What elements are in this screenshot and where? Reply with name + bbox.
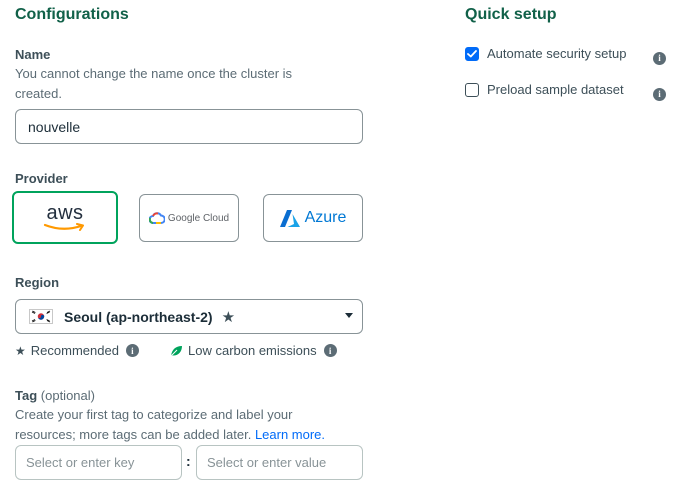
cluster-name-input[interactable] [15,109,363,144]
legend-low-carbon: Low carbon emissions i [170,343,337,358]
tag-optional: (optional) [40,388,95,403]
info-icon[interactable]: i [125,344,139,357]
tag-value-input[interactable] [196,445,363,480]
leaf-icon [170,345,182,356]
info-icon[interactable]: i [653,51,666,65]
configurations-title: Configurations [15,6,129,23]
aws-logo-text: aws [46,202,84,224]
preload-dataset-label: Preload sample dataset [487,82,624,97]
star-icon: ★ [15,343,26,358]
tag-label: Tag (optional) [15,388,95,403]
legend-recommended-label: Recommended [30,343,119,358]
automate-security-option[interactable]: Automate security setup [465,46,626,61]
aws-smile-icon [43,223,84,231]
azure-icon [279,209,300,227]
info-icon[interactable]: i [323,344,337,357]
tag-label-text: Tag [15,388,38,403]
star-icon: ★ [221,308,236,326]
azure-label: Azure [304,209,347,226]
tag-key-input[interactable] [15,445,182,480]
tag-description-text: Create your first tag to categorize and … [15,407,293,442]
provider-azure-card[interactable]: Azure [263,194,363,242]
info-icon[interactable]: i [653,87,666,101]
preload-dataset-info: i [653,84,666,102]
google-cloud-label: Google Cloud [167,212,230,224]
legend-recommended: ★ Recommended i [15,343,139,358]
automate-security-info: i [653,48,666,66]
tag-description: Create your first tag to categorize and … [15,405,355,445]
name-description: You cannot change the name once the clus… [15,66,293,101]
automate-security-label: Automate security setup [487,46,627,61]
quick-setup-title: Quick setup [465,6,557,23]
legend-low-carbon-label: Low carbon emissions [188,343,317,358]
korea-flag-icon [29,309,53,324]
preload-dataset-option[interactable]: Preload sample dataset [465,82,624,97]
learn-more-link[interactable]: Learn more. [255,427,325,442]
provider-google-cloud-card[interactable]: Google Cloud [139,194,239,242]
name-label: Name [15,47,51,62]
check-icon [467,49,477,57]
chevron-down-icon [345,313,353,318]
region-label: Region [15,275,60,290]
region-select[interactable]: Seoul (ap-northeast-2) ★ [15,299,363,334]
preload-dataset-checkbox[interactable] [465,82,479,97]
tag-separator: : [186,453,191,469]
automate-security-checkbox[interactable] [465,46,479,61]
provider-aws-card[interactable]: aws [12,191,118,244]
google-cloud-icon [148,212,165,224]
provider-label: Provider [15,171,68,186]
region-selected-value: Seoul (ap-northeast-2) [64,308,213,325]
